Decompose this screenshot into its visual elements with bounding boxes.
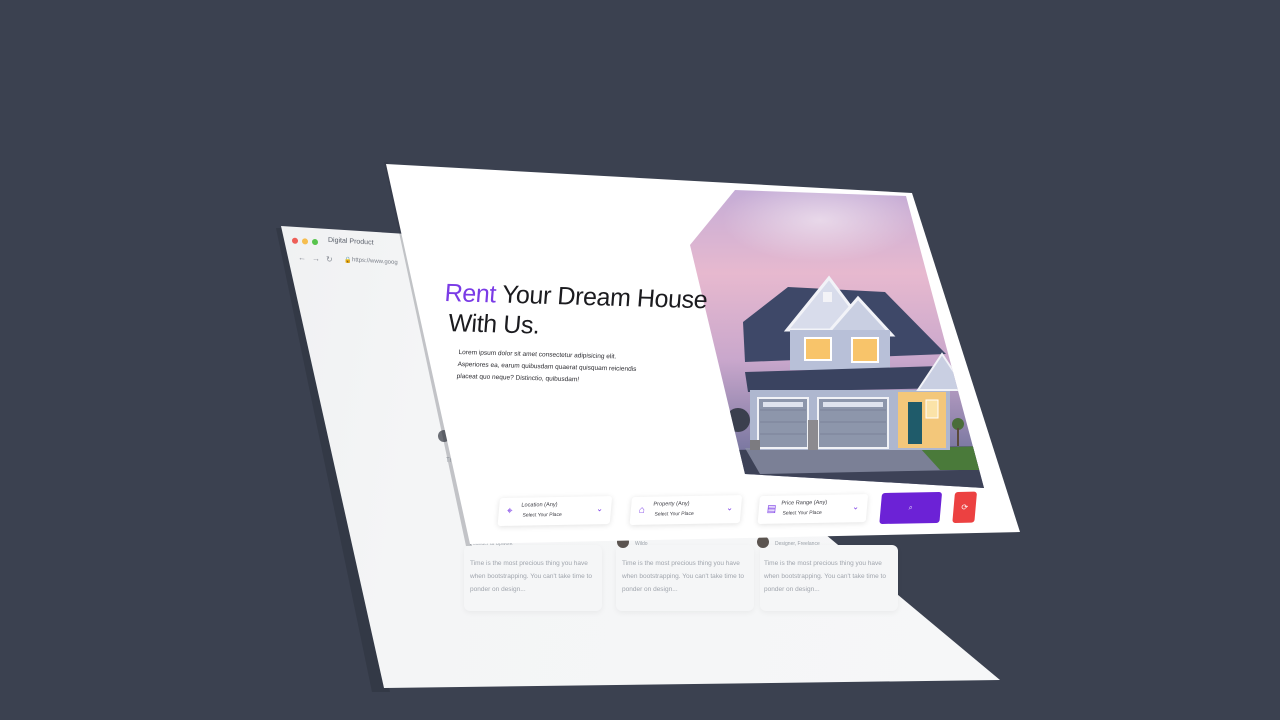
property-select[interactable]: ⌂ Property (Any) Select Your Place ⌄ [629,495,743,525]
price-range-label: Price Range (Any) [781,499,828,507]
price-tag-icon: ▤ [766,503,777,515]
location-value: Select Your Place [522,511,562,519]
chevron-down-icon: ⌄ [851,502,860,512]
property-search-bar: ⌖ Location (Any) Select Your Place ⌄ ⌂ P… [0,0,1280,720]
home-icon: ⌂ [638,504,646,516]
location-label: Location (Any) [521,501,558,509]
reset-icon: ⟳ [960,502,969,512]
price-range-select[interactable]: ▤ Price Range (Any) Select Your Place ⌄ [757,494,869,524]
map-pin-icon: ⌖ [506,505,513,517]
price-range-value: Select Your Place [782,509,822,517]
chevron-down-icon: ⌄ [595,504,604,514]
property-value: Select Your Place [654,510,694,518]
location-select[interactable]: ⌖ Location (Any) Select Your Place ⌄ [497,496,613,526]
search-icon: ⌕ [908,503,913,512]
reset-button[interactable]: ⟳ [952,491,978,523]
chevron-down-icon: ⌄ [725,503,734,513]
property-label: Property (Any) [653,500,690,508]
search-button[interactable]: ⌕ [879,491,943,524]
